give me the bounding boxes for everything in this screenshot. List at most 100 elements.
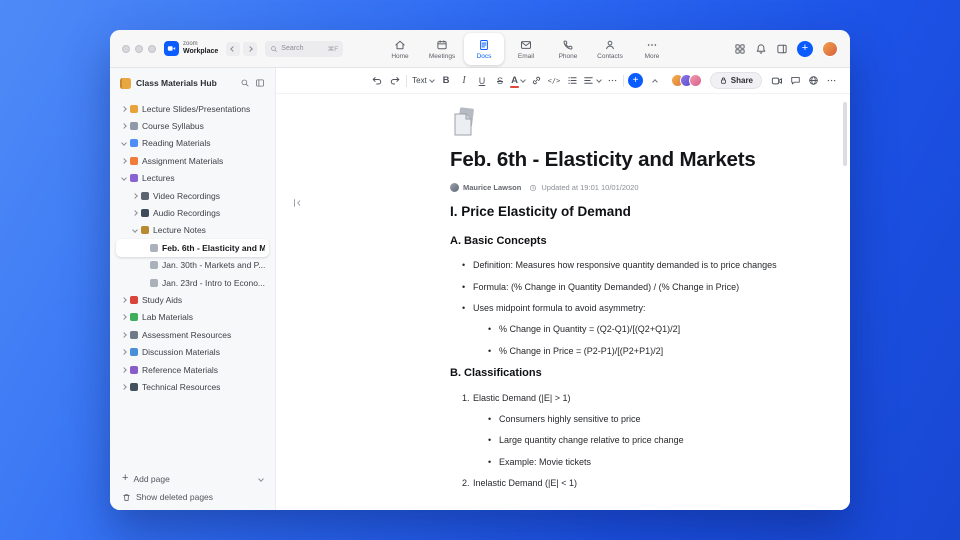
tab-more[interactable]: More — [632, 33, 672, 65]
global-search-input[interactable]: Search ⌘F — [265, 40, 344, 57]
document-title[interactable]: Feb. 6th - Elasticity and Markets — [450, 148, 850, 172]
doc-block[interactable]: • I. Price Elasticity of Demand — [450, 204, 842, 220]
titlebar-actions: + — [734, 40, 838, 57]
bold-button[interactable]: B — [439, 72, 453, 90]
tree-item[interactable]: Feb. 6th - Elasticity and M... — [116, 239, 269, 257]
apps-grid-icon[interactable] — [734, 43, 746, 55]
show-deleted-pages-button[interactable]: Show deleted pages — [122, 492, 263, 502]
doc-block[interactable]: 1. • Elastic Demand (|E| > 1) — [450, 393, 842, 403]
expand-chevron-icon[interactable] — [121, 384, 127, 390]
bell-icon[interactable] — [755, 43, 767, 55]
underline-button[interactable]: U — [475, 72, 489, 90]
insert-block-button[interactable]: + — [628, 73, 643, 88]
link-button[interactable] — [529, 72, 543, 90]
document-icon — [454, 107, 474, 136]
add-page-chevron-icon[interactable] — [258, 475, 264, 482]
doc-block[interactable]: • % Change in Quantity = (Q2-Q1)/[(Q2+Q1… — [450, 324, 842, 334]
tree-item[interactable]: Lecture Slides/Presentations — [116, 100, 269, 117]
doc-block[interactable]: • B. Classifications — [450, 367, 842, 380]
doc-text: % Change in Price = (P2-P1)/[(P2+P1)/2] — [499, 345, 664, 356]
tab-email[interactable]: Email — [506, 33, 546, 65]
text-color-dropdown[interactable]: A — [510, 72, 526, 90]
collapse-sidebar-icon[interactable] — [255, 78, 265, 88]
collaborator-avatar[interactable] — [688, 74, 702, 87]
doc-block[interactable]: • Uses midpoint formula to avoid asymmet… — [450, 303, 842, 313]
back-button[interactable] — [226, 41, 241, 56]
tab-home[interactable]: Home — [380, 33, 420, 65]
align-dropdown[interactable] — [583, 72, 602, 90]
tree-item-label: Study Aids — [142, 294, 183, 305]
expand-chevron-icon[interactable] — [132, 192, 138, 199]
tree-item[interactable]: Discussion Materials — [116, 343, 269, 360]
expand-chevron-icon[interactable] — [121, 297, 127, 303]
doc-block[interactable]: • Formula: (% Change in Quantity Demande… — [450, 282, 842, 292]
tab-phone[interactable]: Phone — [548, 33, 588, 65]
scrollbar[interactable] — [843, 102, 847, 166]
tree-item[interactable]: Assessment Resources — [116, 326, 269, 343]
collapse-toolbar-button[interactable] — [647, 72, 661, 90]
technical-icon — [130, 382, 138, 391]
more-formatting-button[interactable] — [605, 72, 619, 90]
video-call-button[interactable] — [770, 72, 784, 90]
tree-item[interactable]: Course Syllabus — [116, 117, 269, 134]
share-button[interactable]: Share — [709, 72, 762, 89]
sidebar-search-icon[interactable] — [240, 78, 250, 88]
expand-chevron-icon[interactable] — [121, 349, 127, 355]
ellipsis-icon — [827, 79, 835, 82]
notebook-icon — [141, 226, 149, 235]
forward-button[interactable] — [243, 41, 258, 56]
redo-button[interactable] — [388, 72, 402, 90]
tree-item[interactable]: Lecture Notes — [116, 222, 269, 239]
strikethrough-button[interactable]: S — [493, 72, 507, 90]
expand-chevron-icon[interactable] — [121, 366, 127, 373]
tree-item-label: Video Recordings — [153, 190, 220, 201]
expand-chevron-icon[interactable] — [121, 105, 127, 112]
tree-item[interactable]: Lab Materials — [116, 309, 269, 326]
italic-button[interactable]: I — [457, 72, 471, 90]
collapse-outline-icon[interactable] — [292, 198, 302, 208]
expand-chevron-icon[interactable] — [121, 175, 127, 182]
expand-chevron-icon[interactable] — [121, 123, 127, 129]
minimize-window-button[interactable] — [135, 44, 143, 53]
expand-chevron-icon[interactable] — [132, 227, 138, 234]
tree-item[interactable]: Jan. 23rd - Intro to Econo... — [116, 274, 269, 291]
code-button[interactable]: </> — [547, 72, 561, 90]
tree-item[interactable]: Audio Recordings — [116, 204, 269, 221]
close-window-button[interactable] — [122, 44, 130, 53]
tab-docs[interactable]: Docs — [464, 33, 504, 65]
tab-contacts[interactable]: Contacts — [590, 33, 630, 65]
expand-chevron-icon[interactable] — [121, 331, 127, 338]
doc-block[interactable]: • A. Basic Concepts — [450, 235, 842, 248]
doc-text: Consumers highly sensitive to price — [499, 413, 641, 424]
tree-item[interactable]: Lectures — [116, 170, 269, 187]
new-item-button[interactable]: + — [797, 40, 813, 57]
expand-chevron-icon[interactable] — [121, 314, 127, 321]
comments-button[interactable] — [788, 72, 802, 90]
doc-block[interactable]: • Definition: Measures how responsive qu… — [450, 260, 842, 270]
doc-block[interactable]: • % Change in Price = (P2-P1)/[(P2+P1)/2… — [450, 346, 842, 356]
tree-item[interactable]: Jan. 30th - Markets and P... — [116, 257, 269, 274]
undo-button[interactable] — [370, 72, 384, 90]
side-panel-icon[interactable] — [776, 43, 788, 55]
doc-block[interactable]: 2. • Inelastic Demand (|E| < 1) — [450, 478, 842, 488]
tree-item[interactable]: Video Recordings — [116, 187, 269, 204]
expand-chevron-icon[interactable] — [132, 210, 138, 216]
tree-item[interactable]: Reading Materials — [116, 135, 269, 152]
tree-item[interactable]: Study Aids — [116, 291, 269, 308]
user-avatar[interactable] — [822, 40, 838, 57]
tree-item[interactable]: Reference Materials — [116, 361, 269, 378]
doc-block[interactable]: • Consumers highly sensitive to price — [450, 414, 842, 424]
expand-chevron-icon[interactable] — [121, 140, 127, 147]
list-button[interactable] — [565, 72, 579, 90]
doc-block[interactable]: • Large quantity change relative to pric… — [450, 435, 842, 445]
language-button[interactable] — [806, 72, 820, 90]
add-page-button[interactable]: + Add page — [122, 473, 264, 484]
doc-block[interactable]: • Example: Movie tickets — [450, 457, 842, 467]
expand-chevron-icon[interactable] — [121, 158, 127, 164]
tree-item[interactable]: Technical Resources — [116, 378, 269, 395]
more-options-button[interactable] — [824, 72, 838, 90]
fullscreen-window-button[interactable] — [148, 44, 156, 53]
tree-item[interactable]: Assignment Materials — [116, 152, 269, 169]
tab-meetings[interactable]: Meetings — [422, 33, 462, 65]
text-style-dropdown[interactable]: Text — [411, 72, 435, 90]
